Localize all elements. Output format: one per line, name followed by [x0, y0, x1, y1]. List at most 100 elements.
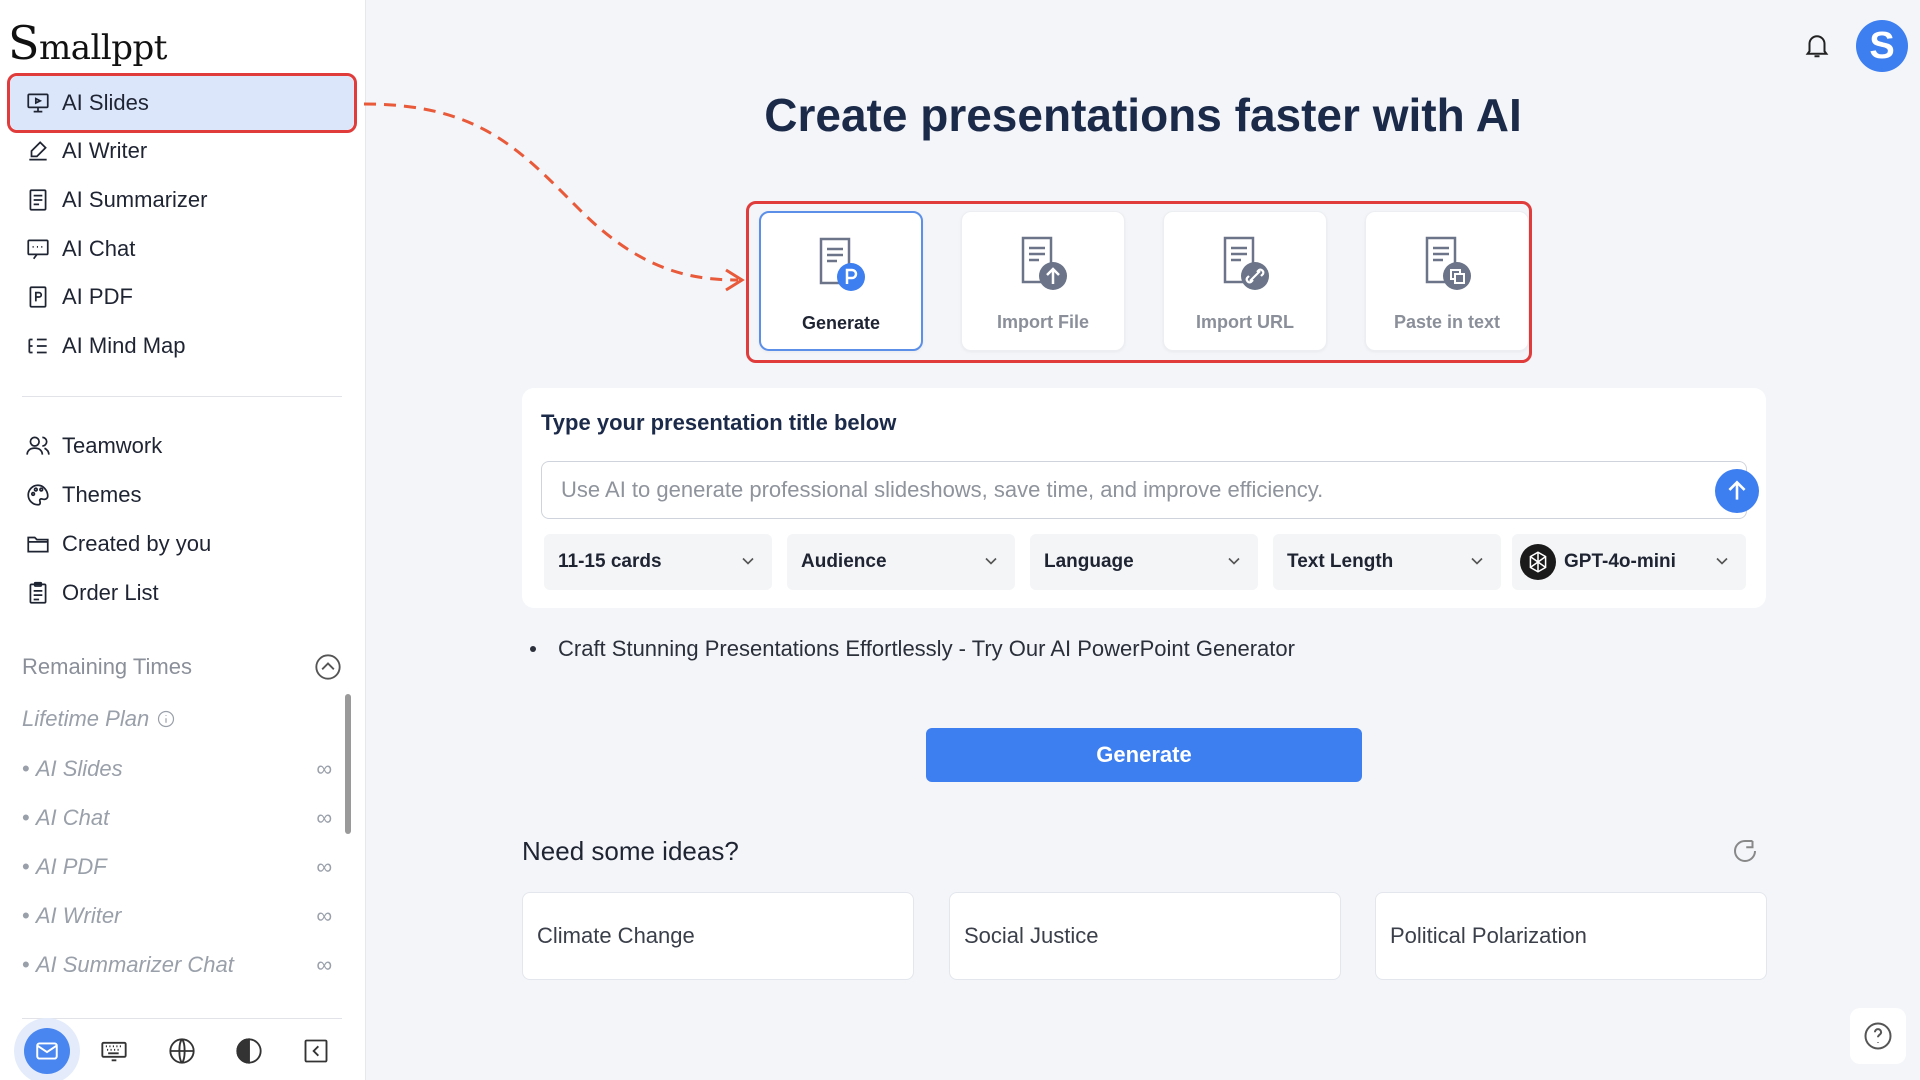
idea-card[interactable]: Social Justice	[949, 892, 1341, 980]
mode-label: Generate	[801, 313, 881, 333]
app-logo[interactable]: Smallppt	[8, 16, 167, 70]
sidebar: Smallppt AI Slides AI Writer AI Summariz…	[0, 0, 366, 1080]
keyboard-icon	[101, 1041, 127, 1062]
panel-heading: Type your presentation title below	[541, 410, 897, 435]
help-icon	[1864, 1022, 1892, 1050]
sidebar-item-created-by-you[interactable]: Created by you	[10, 517, 354, 571]
generate-doc-icon	[819, 237, 865, 291]
title-input[interactable]	[542, 462, 1682, 518]
mode-paste-text[interactable]: Paste in text	[1365, 211, 1529, 351]
slides-icon	[24, 89, 52, 117]
mail-icon	[36, 1042, 58, 1060]
mail-button[interactable]	[24, 1028, 70, 1074]
mind-map-icon	[24, 332, 52, 360]
quota-item: AI PDF ∞	[22, 852, 332, 882]
sidebar-item-ai-writer[interactable]: AI Writer	[10, 124, 354, 178]
palette-icon	[24, 481, 52, 509]
chevron-down-icon	[1716, 557, 1728, 565]
sidebar-item-themes[interactable]: Themes	[10, 468, 354, 522]
sidebar-item-label: AI Slides	[62, 90, 149, 115]
ideas-heading: Need some ideas?	[522, 836, 739, 866]
title-input-panel: Type your presentation title below 11-15…	[522, 388, 1766, 608]
select-value: 11-15 cards	[558, 551, 662, 572]
contrast-icon	[236, 1038, 262, 1064]
sidebar-item-label: AI Chat	[62, 236, 136, 261]
text-length-select[interactable]: Text Length	[1273, 534, 1501, 590]
info-icon[interactable]	[157, 710, 175, 728]
select-value: Audience	[801, 551, 887, 572]
page-title: Create presentations faster with AI	[764, 89, 1522, 141]
sidebar-item-label: Themes	[62, 482, 142, 507]
quota-label: AI Chat	[22, 805, 109, 831]
quota-label: AI Writer	[22, 903, 122, 929]
plan-name: Lifetime Plan	[22, 706, 175, 732]
refresh-icon[interactable]	[1730, 836, 1760, 866]
sidebar-item-ai-pdf[interactable]: AI PDF	[10, 270, 354, 324]
writer-icon	[24, 137, 52, 165]
select-value: GPT-4o-mini	[1564, 551, 1676, 572]
sidebar-item-order-list[interactable]: Order List	[10, 566, 354, 620]
select-value: Language	[1044, 551, 1134, 572]
chevron-down-icon	[1228, 557, 1240, 565]
plan-label: Lifetime Plan	[22, 706, 150, 731]
sidebar-scrollbar[interactable]	[345, 694, 351, 834]
quota-label: AI Slides	[22, 756, 123, 782]
bottom-divider	[22, 1018, 342, 1019]
sidebar-divider	[22, 396, 342, 397]
paste-text-icon	[1425, 236, 1471, 290]
mode-label: Import URL	[1196, 312, 1294, 332]
select-value: Text Length	[1287, 551, 1394, 572]
collapse-icon	[304, 1039, 328, 1063]
sidebar-item-label: Created by you	[62, 531, 212, 556]
idea-card[interactable]: Political Polarization	[1375, 892, 1767, 980]
quota-value: ∞	[316, 952, 332, 977]
sidebar-item-label: AI Mind Map	[62, 333, 186, 358]
summarizer-icon	[24, 186, 52, 214]
sidebar-item-label: Teamwork	[62, 433, 163, 458]
promo-text: Craft Stunning Presentations Effortlessl…	[558, 636, 1295, 661]
cards-select[interactable]: 11-15 cards	[544, 534, 772, 590]
import-file-icon	[1021, 236, 1067, 290]
quota-value: ∞	[316, 805, 332, 830]
remaining-times-header[interactable]: Remaining Times	[22, 652, 342, 682]
quota-item: AI Chat ∞	[22, 803, 332, 833]
clipboard-icon	[24, 579, 52, 607]
chevron-down-icon	[1471, 557, 1483, 565]
openai-logo-icon	[1520, 544, 1556, 580]
idea-card[interactable]: Climate Change	[522, 892, 914, 980]
sidebar-item-teamwork[interactable]: Teamwork	[10, 419, 354, 473]
sidebar-item-label: AI Writer	[62, 138, 148, 163]
quota-value: ∞	[316, 903, 332, 928]
theme-toggle-button[interactable]	[232, 1034, 266, 1068]
sidebar-item-ai-summarizer[interactable]: AI Summarizer	[10, 173, 354, 227]
generate-button[interactable]: Generate	[926, 728, 1362, 782]
collapse-sidebar-button[interactable]	[299, 1034, 333, 1068]
quota-value: ∞	[316, 854, 332, 879]
sidebar-item-ai-chat[interactable]: AI Chat	[10, 222, 354, 276]
mode-generate[interactable]: Generate	[759, 211, 923, 351]
mode-import-url[interactable]: Import URL	[1163, 211, 1327, 351]
language-select[interactable]: Language	[1030, 534, 1258, 590]
language-button[interactable]	[165, 1034, 199, 1068]
sidebar-item-label: AI PDF	[62, 284, 133, 309]
help-button[interactable]	[1850, 1008, 1906, 1064]
sidebar-item-label: Order List	[62, 580, 159, 605]
mode-label: Paste in text	[1393, 312, 1501, 332]
model-select[interactable]: GPT-4o-mini	[1512, 534, 1746, 590]
bell-icon[interactable]	[1802, 28, 1832, 62]
keyboard-button[interactable]	[97, 1034, 131, 1068]
mode-label: Import File	[996, 312, 1089, 332]
title-input-wrapper	[541, 461, 1759, 519]
sidebar-item-ai-slides[interactable]: AI Slides	[10, 76, 354, 130]
pdf-icon	[24, 283, 52, 311]
sidebar-item-ai-mind-map[interactable]: AI Mind Map	[10, 319, 354, 373]
collapse-up-icon[interactable]	[314, 653, 342, 681]
chevron-down-icon	[985, 557, 997, 565]
remaining-times-title: Remaining Times	[22, 654, 192, 679]
quota-label: AI Summarizer Chat	[22, 952, 234, 978]
mode-import-file[interactable]: Import File	[961, 211, 1125, 351]
submit-button[interactable]	[1715, 469, 1759, 513]
audience-select[interactable]: Audience	[787, 534, 1015, 590]
avatar[interactable]: S	[1856, 20, 1908, 72]
quota-value: ∞	[316, 756, 332, 781]
